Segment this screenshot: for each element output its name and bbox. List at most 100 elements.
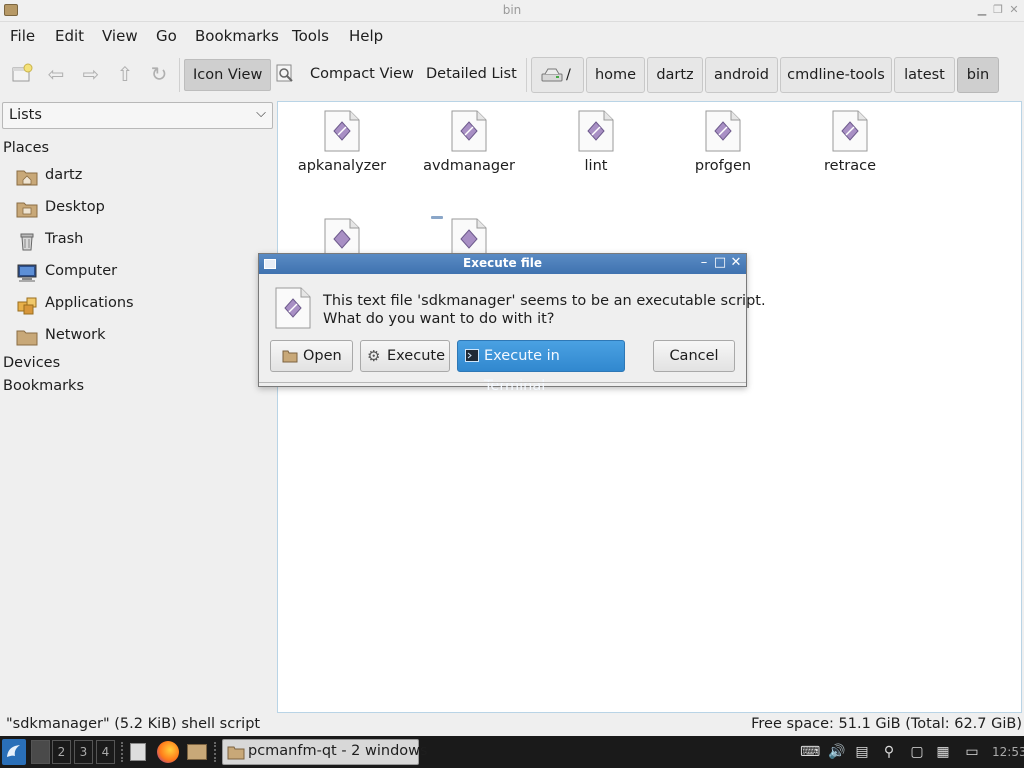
firefox-icon[interactable] (157, 741, 179, 763)
folder-icon (282, 350, 298, 363)
sidebar-item-label: Computer (45, 263, 118, 279)
up-icon[interactable]: ⇧ (113, 62, 137, 86)
workspace-4[interactable]: 4 (96, 740, 115, 764)
menu-help[interactable]: Help (349, 27, 383, 45)
menu-file[interactable]: File (10, 27, 35, 45)
sidebar-item-network[interactable]: Network (16, 324, 256, 352)
sidebar-item-label: Desktop (45, 199, 105, 215)
notes-icon[interactable]: ▢ (908, 744, 926, 760)
task-button-pcmanfm[interactable]: pcmanfm-qt - 2 windows (222, 739, 428, 765)
script-file-icon (451, 110, 487, 152)
sidebar-item-label: Network (45, 327, 106, 343)
file-item-apkanalyzer[interactable]: apkanalyzer (292, 104, 392, 194)
menu-edit[interactable]: Edit (55, 27, 84, 45)
network-tray-icon[interactable]: ▤ (853, 744, 871, 760)
menu-tools[interactable]: Tools (292, 27, 329, 45)
breadcrumb-android[interactable]: android (705, 57, 778, 93)
menu-bookmarks[interactable]: Bookmarks (195, 27, 279, 45)
clipboard-icon[interactable]: ▦ (934, 744, 952, 760)
sidebar-item-applications[interactable]: Applications (16, 292, 256, 320)
dialog-close-icon[interactable]: ✕ (729, 255, 743, 271)
file-name: lint (584, 158, 608, 174)
restore-icon[interactable]: ❐ (991, 3, 1005, 17)
reload-icon[interactable]: ↻ (147, 62, 171, 86)
breadcrumb-latest[interactable]: latest (894, 57, 955, 93)
cancel-button[interactable]: Cancel (653, 340, 735, 372)
show-desktop-icon[interactable] (130, 743, 146, 761)
workspace-3[interactable]: 3 (74, 740, 93, 764)
breadcrumb-home[interactable]: home (586, 57, 645, 93)
icon-view-button[interactable]: Icon View (184, 59, 272, 91)
file-item-retrace[interactable]: retrace (800, 104, 900, 194)
file-view[interactable]: apkanalyzer avdmanager lint profgen retr… (277, 101, 1022, 713)
file-manager-icon[interactable] (187, 744, 207, 760)
sidebar-item-dartz[interactable]: dartz (16, 164, 256, 192)
terminal-icon (465, 349, 479, 362)
keyboard-icon[interactable]: ⌨ (800, 744, 820, 760)
lxqt-logo-icon (7, 745, 20, 757)
search-icon[interactable]: ⚲ (880, 744, 898, 760)
sidebar-item-trash[interactable]: Trash (16, 228, 256, 256)
start-menu-button[interactable] (2, 739, 26, 765)
dialog-bottom-divider (259, 382, 746, 386)
taskbar-separator (121, 742, 123, 762)
trash-icon (20, 233, 34, 251)
selection-marker (431, 216, 443, 219)
dialog-minimize-icon[interactable]: – (697, 255, 711, 271)
sidebar-mode-label: Lists (9, 107, 42, 123)
file-name: retrace (824, 158, 876, 174)
dialog-titlebar[interactable]: Execute file – □ ✕ (259, 254, 746, 274)
forward-icon[interactable]: ⇨ (79, 62, 103, 86)
close-icon[interactable]: ✕ (1007, 3, 1021, 17)
execute-in-terminal-button[interactable]: Execute in Terminal (457, 340, 625, 394)
breadcrumb-cmdline-tools[interactable]: cmdline-tools (780, 57, 892, 93)
dialog-message-line1: This text file 'sdkmanager' seems to be … (323, 293, 766, 309)
new-window-icon[interactable] (10, 62, 34, 86)
view-options-icon[interactable] (273, 62, 297, 86)
devices-header[interactable]: Devices (3, 355, 60, 371)
sidebar-item-desktop[interactable]: Desktop (16, 196, 256, 224)
menu-go[interactable]: Go (156, 27, 177, 45)
home-folder-icon (16, 170, 38, 186)
toolbar-separator (179, 58, 180, 92)
back-icon[interactable]: ⇦ (44, 62, 68, 86)
drive-tray-icon[interactable]: ▭ (963, 744, 981, 760)
dialog-message: This text file 'sdkmanager' seems to be … (323, 292, 766, 328)
sidebar-mode-select[interactable]: Lists ⌵ (2, 102, 273, 129)
bookmarks-header[interactable]: Bookmarks (3, 378, 84, 394)
volume-icon[interactable]: 🔊 (828, 744, 846, 760)
drive-icon (541, 68, 563, 82)
file-item-lint[interactable]: lint (546, 104, 646, 194)
execute-file-dialog: Execute file – □ ✕ This text file 'sdkma… (258, 253, 766, 394)
file-item-profgen[interactable]: profgen (673, 104, 773, 194)
breadcrumb-dartz[interactable]: dartz (647, 57, 703, 93)
dialog-message-line2: What do you want to do with it? (323, 311, 555, 327)
sidebar-item-computer[interactable]: Computer (16, 260, 256, 288)
dialog-maximize-icon[interactable]: □ (713, 255, 727, 271)
window-titlebar[interactable]: bin ▁ ❐ ✕ (0, 0, 1024, 22)
statusbar: "sdkmanager" (5.2 KiB) shell script Free… (0, 714, 1024, 736)
breadcrumb-bin[interactable]: bin (957, 57, 999, 93)
applications-icon (17, 297, 37, 315)
network-folder-icon (16, 330, 38, 346)
minimize-icon[interactable]: ▁ (975, 3, 989, 17)
breadcrumb-root[interactable]: / (531, 57, 584, 93)
execute-button[interactable]: ⚙ Execute (360, 340, 450, 372)
script-file-icon (705, 110, 741, 152)
workspace-2[interactable]: 2 (52, 740, 71, 764)
file-item-avdmanager[interactable]: avdmanager (419, 104, 519, 194)
window-title: bin (502, 3, 522, 17)
dialog-title: Execute file (463, 256, 542, 270)
sidebar-item-label: Trash (45, 231, 84, 247)
script-file-icon (578, 110, 614, 152)
workspace-1[interactable] (31, 740, 50, 764)
folder-icon (227, 746, 245, 760)
compact-view-button[interactable]: Compact View (302, 59, 422, 91)
sidebar-item-label: Applications (45, 295, 134, 311)
taskbar-separator (214, 742, 216, 762)
detailed-list-button[interactable]: Detailed List (418, 59, 525, 91)
places-header[interactable]: Places (3, 140, 49, 156)
menu-view[interactable]: View (102, 27, 138, 45)
clock[interactable]: 12:53 (992, 745, 1024, 759)
open-button[interactable]: Open (270, 340, 353, 372)
